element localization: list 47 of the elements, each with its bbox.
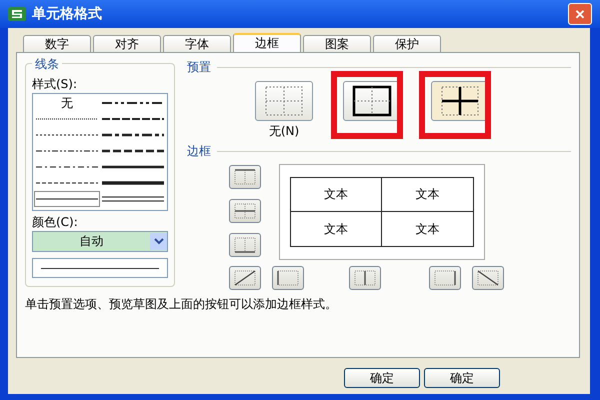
line-sample-icon	[36, 116, 98, 122]
preview-cell-text: 文本	[382, 178, 473, 212]
line-sample-icon	[102, 100, 164, 106]
section-title: 预置	[187, 59, 211, 76]
ok-button[interactable]: 确定	[424, 368, 500, 388]
border-diagup-button[interactable]	[229, 266, 261, 290]
style-label: 样式(S):	[32, 76, 78, 93]
line-sample-icon	[102, 148, 164, 154]
hint-text: 单击预置选项、预览草图及上面的按钮可以添加边框样式。	[25, 296, 338, 313]
tab[interactable]: 保护	[373, 35, 441, 52]
preview-cell-text: 文本	[291, 178, 382, 212]
border-left-button[interactable]	[272, 266, 304, 290]
window-title: 单元格格式	[32, 5, 103, 23]
tab[interactable]: 数字	[23, 35, 91, 52]
border-middle-button[interactable]	[229, 199, 261, 223]
tab[interactable]: 边框	[233, 33, 301, 52]
preview-cell-text: 文本	[414, 220, 440, 238]
border-top-button[interactable]	[229, 165, 261, 189]
line-sample-icon	[102, 132, 164, 138]
line-sample-icon	[36, 196, 98, 202]
line-sample-icon	[102, 116, 164, 122]
line-sample-icon	[36, 180, 98, 186]
border-diagdown-button[interactable]	[472, 266, 504, 290]
close-button[interactable]: ✕	[568, 3, 592, 25]
app-logo-icon	[8, 7, 26, 21]
section-title: 边框	[187, 143, 211, 160]
tab[interactable]: 字体	[163, 35, 231, 52]
tab[interactable]: 对齐	[93, 35, 161, 52]
chevron-down-icon	[154, 238, 164, 245]
border-center-button[interactable]	[349, 266, 381, 290]
line-style-option[interactable]	[34, 191, 100, 207]
border-right-button[interactable]	[429, 266, 461, 290]
line-sample-icon	[102, 164, 164, 170]
color-dropdown[interactable]: 自动	[32, 231, 168, 252]
double-line-icon	[102, 196, 164, 202]
line-sample-icon	[102, 180, 164, 186]
border-preview[interactable]: 文本 文本 文本 文本	[279, 164, 485, 260]
tab[interactable]: 图案	[303, 35, 371, 52]
line-sample-icon	[36, 148, 98, 154]
line-sample-icon	[36, 164, 98, 170]
color-label: 颜色(C):	[32, 214, 79, 231]
preset-label: 无(N)	[268, 123, 300, 140]
line-sample-icon	[36, 132, 98, 138]
preview-cell-text: 文本	[291, 212, 382, 246]
line-style-option[interactable]: 无	[34, 95, 100, 111]
border-bottom-button[interactable]	[229, 233, 261, 257]
ok-button[interactable]: 确定	[344, 368, 420, 388]
